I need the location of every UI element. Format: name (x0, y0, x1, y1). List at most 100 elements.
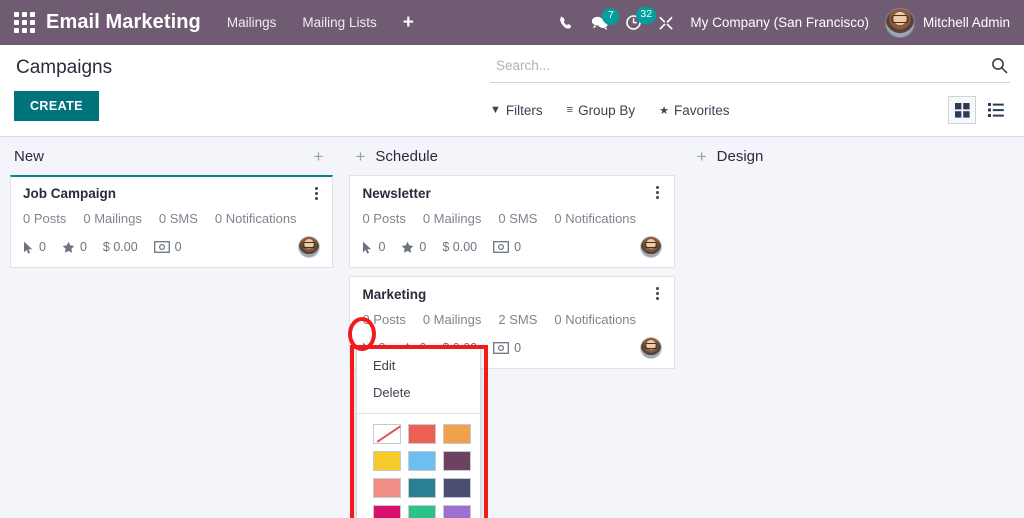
avatar (885, 8, 915, 38)
color-swatch-teal[interactable] (408, 478, 436, 498)
cursor-icon (362, 241, 373, 254)
kanban-card[interactable]: Newsletter 0 Posts 0 Mailings 0 SMS 0 No… (349, 175, 674, 268)
stat-sms[interactable]: 0 SMS (159, 211, 198, 226)
avatar (640, 337, 662, 359)
kanban-view-button[interactable] (948, 96, 976, 124)
kanban-column-design: + Design (683, 137, 1024, 518)
filters-button[interactable]: ▼ Filters (490, 103, 543, 118)
control-panel: Campaigns CREATE ▼ Filters ≡ Grou (0, 45, 1024, 137)
color-swatch-purple[interactable] (443, 505, 471, 518)
color-picker-grid (357, 416, 480, 518)
messages-badge: 7 (602, 8, 619, 25)
nav-mailing-lists[interactable]: Mailing Lists (302, 15, 376, 30)
avatar (298, 236, 320, 258)
metric-quotations: 0 (493, 240, 521, 254)
card-menu-icon[interactable] (308, 184, 324, 202)
group-by-button[interactable]: ≡ Group By (567, 103, 635, 118)
card-menu-icon[interactable] (650, 183, 666, 201)
debug-tools-icon[interactable] (658, 15, 674, 31)
card-title: Marketing (362, 287, 661, 302)
view-switcher (948, 96, 1010, 124)
star-icon (401, 241, 414, 254)
color-swatch-salmon[interactable] (373, 478, 401, 498)
stat-posts[interactable]: 0 Posts (23, 211, 66, 226)
stat-mailings[interactable]: 0 Mailings (423, 211, 482, 226)
metric-clicks: 0 (23, 240, 46, 254)
list-view-button[interactable] (982, 96, 1010, 124)
dropdown-edit[interactable]: Edit (357, 352, 480, 379)
card-title: Job Campaign (23, 186, 320, 201)
metric-quotations-value: 0 (514, 341, 521, 355)
stat-notifications[interactable]: 0 Notifications (554, 211, 636, 226)
metric-quotations: 0 (154, 240, 182, 254)
email-marketing-app: Email Marketing Mailings Mailing Lists +… (0, 0, 1024, 518)
metric-revenue: $ 0.00 (442, 240, 477, 254)
color-swatch-navy[interactable] (443, 478, 471, 498)
activities-clock-icon[interactable]: 32 (625, 14, 642, 31)
add-card-icon[interactable]: + (349, 148, 371, 165)
kanban-card[interactable]: Job Campaign 0 Posts 0 Mailings 0 SMS 0 … (10, 175, 333, 268)
nav-mailings[interactable]: Mailings (227, 15, 277, 30)
metric-clicks-value: 0 (39, 240, 46, 254)
control-panel-right: ▼ Filters ≡ Group By ★ Favorites (490, 55, 1010, 124)
kanban-column-header: + Design (691, 137, 1016, 175)
stat-mailings[interactable]: 0 Mailings (83, 211, 142, 226)
card-menu-icon[interactable] (650, 284, 666, 302)
add-card-icon[interactable]: + (691, 148, 713, 165)
metric-quotations-value: 0 (175, 240, 182, 254)
metric-quotations: 0 (493, 341, 521, 355)
stat-notifications[interactable]: 0 Notifications (554, 312, 636, 327)
messages-icon[interactable]: 7 (591, 15, 609, 31)
apps-grid-icon[interactable] (14, 12, 36, 34)
metric-quotations-value: 0 (514, 240, 521, 254)
color-swatch-green[interactable] (408, 505, 436, 518)
user-menu[interactable]: Mitchell Admin (885, 8, 1010, 38)
metric-revenue-value: $ 0.00 (103, 240, 138, 254)
kanban-column-title: New (14, 148, 44, 165)
star-icon (62, 241, 75, 254)
favorites-label: Favorites (674, 103, 730, 118)
color-swatch-light-blue[interactable] (408, 451, 436, 471)
metric-revenue: $ 0.00 (103, 240, 138, 254)
company-selector[interactable]: My Company (San Francisco) (690, 15, 869, 30)
stat-mailings[interactable]: 0 Mailings (423, 312, 482, 327)
kanban-board: New + Job Campaign 0 Posts 0 Mailings 0 … (0, 137, 1024, 518)
avatar (640, 236, 662, 258)
card-stats: 0 Posts 0 Mailings 0 SMS 0 Notifications (23, 211, 320, 226)
dropdown-delete[interactable]: Delete (357, 379, 480, 406)
stat-notifications[interactable]: 0 Notifications (215, 211, 297, 226)
star-icon: ★ (659, 104, 669, 117)
metric-leads-value: 0 (80, 240, 87, 254)
banknote-icon (493, 342, 509, 354)
search-icon[interactable] (991, 57, 1008, 74)
filters-row: ▼ Filters ≡ Group By ★ Favorites (490, 96, 1010, 124)
kanban-column-title: Design (717, 148, 764, 165)
stat-posts[interactable]: 0 Posts (362, 211, 405, 226)
color-swatch-dark-purple[interactable] (443, 451, 471, 471)
card-footer: 0 0 $ 0.00 (362, 236, 661, 258)
card-footer: 0 0 $ 0.00 (23, 236, 320, 258)
page-title: Campaigns (16, 57, 112, 79)
stat-sms[interactable]: 0 SMS (498, 211, 537, 226)
group-by-label: Group By (578, 103, 635, 118)
card-title: Newsletter (362, 186, 661, 201)
metric-revenue-value: $ 0.00 (442, 240, 477, 254)
metric-leads: 0 (62, 240, 87, 254)
metric-leads-value: 0 (419, 240, 426, 254)
color-swatch-orange[interactable] (443, 424, 471, 444)
cursor-icon (23, 241, 34, 254)
add-card-icon[interactable]: + (308, 148, 330, 165)
stat-sms[interactable]: 2 SMS (498, 312, 537, 327)
stat-posts[interactable]: 0 Posts (362, 312, 405, 327)
nav-menu: Mailings Mailing Lists + (227, 13, 414, 32)
phone-icon[interactable] (559, 15, 575, 31)
create-button[interactable]: CREATE (14, 91, 99, 121)
favorites-button[interactable]: ★ Favorites (659, 103, 729, 118)
search-input[interactable] (496, 58, 991, 73)
nav-add-icon[interactable]: + (403, 13, 414, 32)
color-swatch-magenta[interactable] (373, 505, 401, 518)
color-swatch-red[interactable] (408, 424, 436, 444)
color-swatch-no-color[interactable] (373, 424, 401, 444)
app-brand-title[interactable]: Email Marketing (46, 11, 201, 34)
color-swatch-yellow[interactable] (373, 451, 401, 471)
